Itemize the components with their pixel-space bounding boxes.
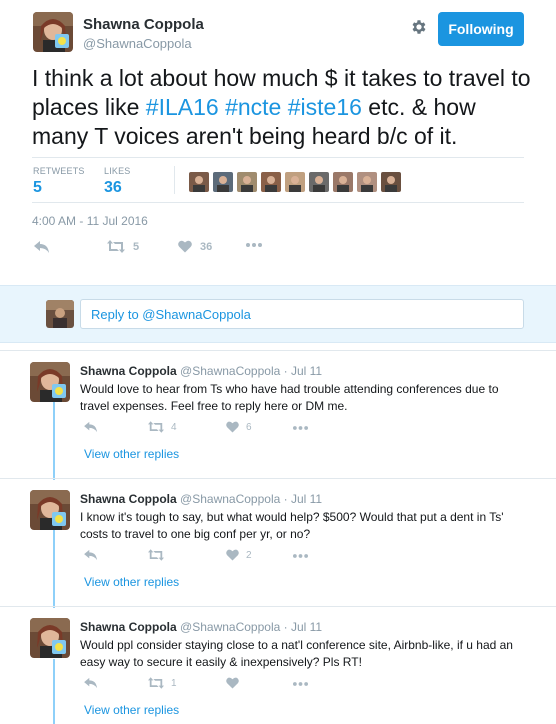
like-count: 36 — [200, 240, 213, 253]
reply-handle-date[interactable]: @ShawnaCoppola · Jul 11 — [180, 620, 322, 634]
likes-stat[interactable]: LIKES 36 — [104, 166, 131, 197]
reply-tweet: Shawna Coppola @ShawnaCoppola · Jul 11 Wo… — [0, 362, 556, 474]
liker-avatar[interactable] — [309, 172, 329, 192]
divider — [0, 350, 556, 351]
view-other-replies-link[interactable]: View other replies — [84, 575, 179, 589]
more-action[interactable] — [246, 243, 262, 247]
liker-avatar[interactable] — [381, 172, 401, 192]
hashtag-ncte[interactable]: #ncte — [225, 94, 281, 120]
like-action[interactable]: 2 — [226, 549, 252, 561]
more-action[interactable] — [293, 426, 308, 430]
reply-icon — [84, 421, 97, 433]
liker-avatar[interactable] — [333, 172, 353, 192]
reply-author-name[interactable]: Shawna Coppola — [80, 492, 177, 506]
divider — [32, 202, 524, 203]
more-action[interactable] — [293, 682, 308, 686]
more-action[interactable] — [293, 554, 308, 558]
reply-text: Would love to hear from Ts who have had … — [80, 382, 499, 413]
liker-avatar[interactable] — [357, 172, 377, 192]
hashtag-iste16[interactable]: #iste16 — [288, 94, 362, 120]
reply-tweet: Shawna Coppola @ShawnaCoppola · Jul 11 Wo… — [0, 618, 556, 724]
author-handle[interactable]: @ShawnaCoppola — [83, 36, 192, 51]
like-action[interactable]: 6 — [226, 421, 252, 433]
heart-icon — [226, 549, 239, 561]
reply-action[interactable] — [84, 549, 98, 561]
retweets-count: 5 — [33, 179, 42, 196]
retweet-icon — [107, 240, 125, 253]
more-icon — [293, 554, 308, 558]
reply-avatar[interactable] — [30, 362, 70, 402]
likes-label: LIKES — [104, 166, 131, 176]
retweet-icon — [148, 677, 164, 689]
divider — [0, 606, 556, 607]
current-user-avatar — [46, 300, 74, 328]
reply-text: I know it's tough to say, but what would… — [80, 510, 504, 541]
more-icon — [293, 682, 308, 686]
retweet-count: 5 — [133, 240, 140, 253]
retweet-icon — [148, 421, 164, 433]
reply-author-name[interactable]: Shawna Coppola — [80, 364, 177, 378]
retweet-action[interactable] — [148, 549, 171, 561]
reply-icon — [84, 549, 97, 561]
view-other-replies-link[interactable]: View other replies — [84, 447, 179, 461]
heart-icon — [226, 677, 239, 689]
retweet-action[interactable]: 1 — [148, 677, 177, 689]
liker-avatar[interactable] — [261, 172, 281, 192]
reply-composer: Reply to @ShawnaCoppola — [0, 285, 556, 343]
likers-avatars — [189, 172, 401, 192]
author-avatar[interactable] — [33, 12, 73, 52]
retweets-label: RETWEETS — [33, 166, 85, 176]
more-icon — [293, 426, 308, 430]
reply-input[interactable]: Reply to @ShawnaCoppola — [80, 299, 524, 329]
author-name[interactable]: Shawna Coppola — [83, 16, 204, 33]
like-action[interactable]: 36 — [178, 240, 212, 253]
heart-icon — [178, 240, 192, 253]
divider — [32, 157, 524, 158]
liker-avatar[interactable] — [213, 172, 233, 192]
like-action[interactable] — [226, 677, 246, 689]
reply-action[interactable] — [34, 240, 50, 254]
retweet-action[interactable]: 5 — [107, 240, 139, 253]
like-count: 6 — [246, 421, 252, 433]
reply-header: Shawna Coppola @ShawnaCoppola · Jul 11 — [80, 492, 322, 506]
main-tweet: Shawna Coppola @ShawnaCoppola Following … — [0, 0, 556, 285]
tweet-text: I think a lot about how much $ it takes … — [32, 64, 532, 151]
reply-text: Would ppl consider staying close to a na… — [80, 638, 513, 669]
retweet-count: 1 — [171, 677, 177, 689]
divider — [174, 166, 175, 194]
gear-icon[interactable] — [410, 18, 428, 36]
following-button[interactable]: Following — [438, 12, 524, 46]
retweets-stat[interactable]: RETWEETS 5 — [33, 166, 85, 197]
reply-tweet: Shawna Coppola @ShawnaCoppola · Jul 11 I … — [0, 490, 556, 602]
reply-icon — [34, 241, 49, 253]
view-other-replies-link[interactable]: View other replies — [84, 703, 179, 717]
reply-handle-date[interactable]: @ShawnaCoppola · Jul 11 — [180, 364, 322, 378]
heart-icon — [226, 421, 239, 433]
reply-header: Shawna Coppola @ShawnaCoppola · Jul 11 — [80, 364, 322, 378]
reply-author-name[interactable]: Shawna Coppola — [80, 620, 177, 634]
tweet-timestamp[interactable]: 4:00 AM - 11 Jul 2016 — [32, 214, 148, 228]
reply-action[interactable] — [84, 677, 98, 689]
liker-avatar[interactable] — [237, 172, 257, 192]
reply-action[interactable] — [84, 421, 98, 433]
likes-count: 36 — [104, 179, 122, 196]
reply-header: Shawna Coppola @ShawnaCoppola · Jul 11 — [80, 620, 322, 634]
divider — [0, 478, 556, 479]
more-icon — [246, 243, 262, 247]
reply-avatar[interactable] — [30, 490, 70, 530]
retweet-count: 4 — [171, 421, 177, 433]
liker-avatar[interactable] — [285, 172, 305, 192]
hashtag-ila16[interactable]: #ILA16 — [146, 94, 219, 120]
like-count: 2 — [246, 549, 252, 561]
reply-handle-date[interactable]: @ShawnaCoppola · Jul 11 — [180, 492, 322, 506]
reply-icon — [84, 677, 97, 689]
retweet-action[interactable]: 4 — [148, 421, 177, 433]
liker-avatar[interactable] — [189, 172, 209, 192]
retweet-icon — [148, 549, 164, 561]
reply-avatar[interactable] — [30, 618, 70, 658]
